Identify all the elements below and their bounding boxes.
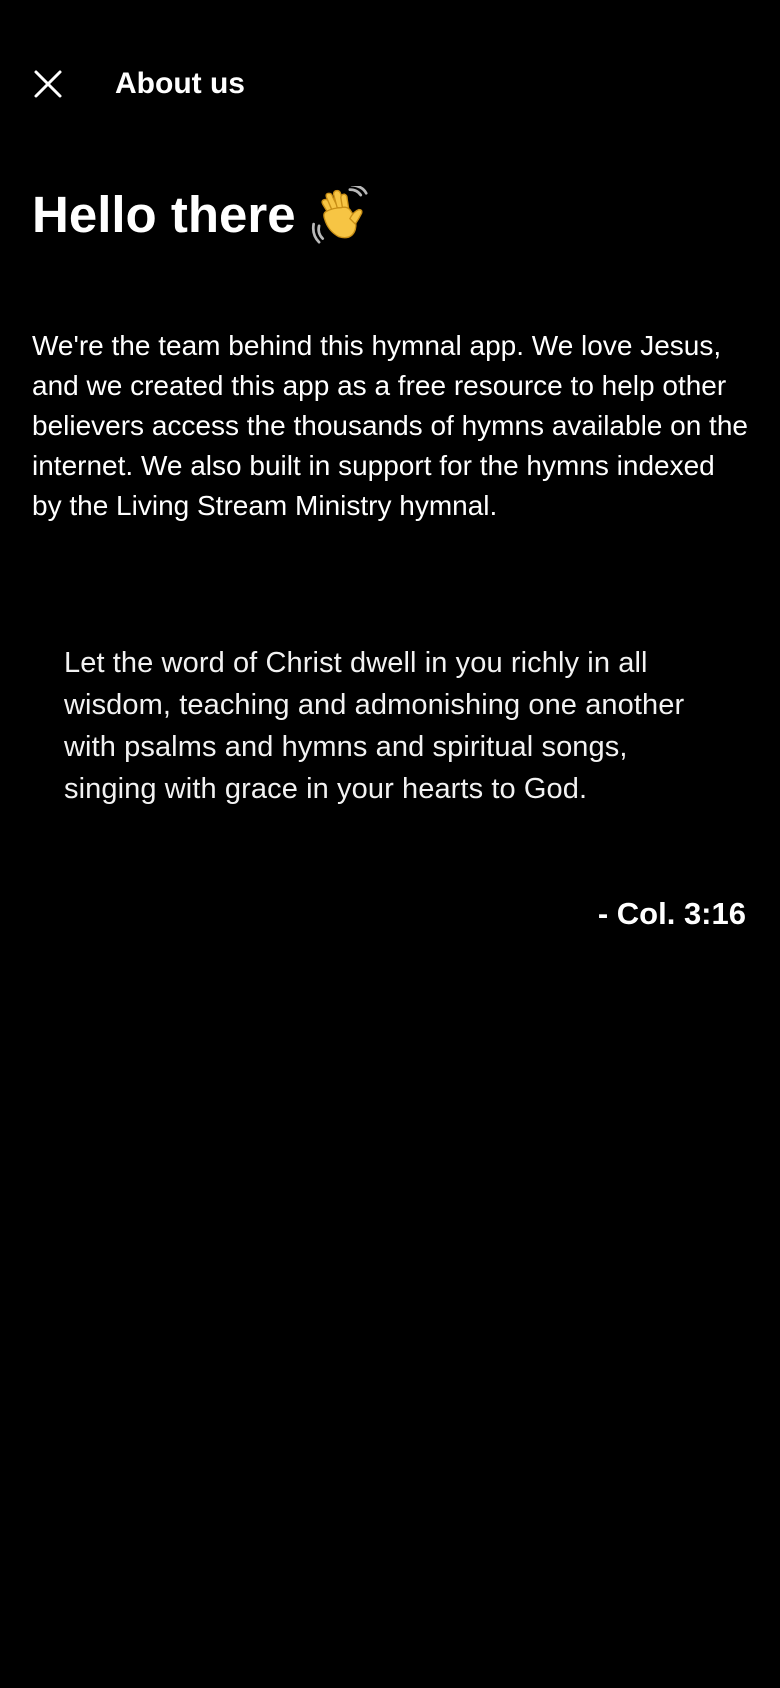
scripture-citation: - Col. 3:16 [597, 896, 746, 931]
scripture-quote: Let the word of Christ dwell in you rich… [64, 647, 685, 805]
greeting-heading: Hello there [32, 183, 368, 247]
greeting-text: Hello there [32, 186, 296, 243]
close-icon [34, 70, 62, 98]
top-bar: About us [0, 50, 780, 116]
waving-hand-icon [311, 186, 368, 244]
close-button[interactable] [26, 62, 70, 106]
screen-title: About us [115, 67, 245, 100]
intro-paragraph: We're the team behind this hymnal app. W… [32, 330, 748, 521]
